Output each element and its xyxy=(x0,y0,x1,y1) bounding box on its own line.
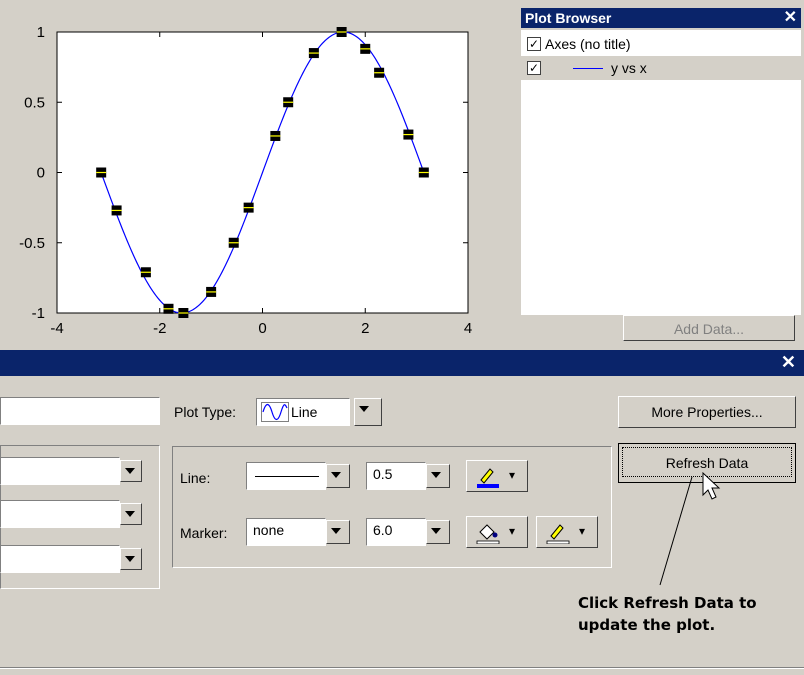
mouse-cursor-icon xyxy=(702,472,721,500)
marker-size-field[interactable]: 6.0 xyxy=(366,518,426,546)
y-data-field[interactable] xyxy=(0,500,120,528)
plot-type-select[interactable]: Line xyxy=(256,398,350,426)
plot-browser-item-line[interactable]: ✓ y vs x xyxy=(521,56,801,80)
dropdown-arrow-icon: ▾ xyxy=(509,468,516,482)
line-plot-icon xyxy=(261,402,289,422)
checkbox-icon[interactable]: ✓ xyxy=(527,61,541,75)
paint-bucket-icon xyxy=(476,524,500,544)
add-data-button[interactable]: Add Data... xyxy=(623,315,795,341)
plot-canvas[interactable]: -4 -2 0 2 4 1 0.5 0 -0.5 -1 xyxy=(0,0,518,345)
x-tick-label: 0 xyxy=(258,320,266,337)
marker-style-field[interactable]: none xyxy=(246,518,326,546)
y-tick-label: 1 xyxy=(37,24,45,41)
plot-browser-item-axes[interactable]: ✓ Axes (no title) xyxy=(521,32,801,56)
plot-browser-item-label: y vs x xyxy=(611,60,647,76)
marker-label: Marker: xyxy=(180,525,228,541)
z-data-field[interactable] xyxy=(0,545,120,573)
pen-icon xyxy=(546,524,570,544)
figure-window: -4 -2 0 2 4 1 0.5 0 -0.5 -1 xyxy=(0,0,518,345)
line-swatch-icon xyxy=(573,68,603,69)
close-icon[interactable]: ✕ xyxy=(784,8,797,28)
plot-type-value: Line xyxy=(291,404,318,420)
plot-browser-list: ✓ Axes (no title) ✓ y vs x xyxy=(521,30,801,315)
marker-face-color-button[interactable]: ▾ xyxy=(466,516,528,548)
dropdown-arrow-icon: ▾ xyxy=(509,524,516,538)
property-editor-titlebar: ✕ xyxy=(0,350,804,376)
bottom-divider-highlight xyxy=(0,668,804,669)
close-icon[interactable]: ✕ xyxy=(781,352,796,373)
line-style-swatch xyxy=(255,476,319,477)
callout-line-1: Click Refresh Data to xyxy=(578,594,757,612)
line-style-field[interactable] xyxy=(246,462,326,490)
more-properties-button[interactable]: More Properties... xyxy=(618,396,796,428)
plot-browser-title: Plot Browser xyxy=(525,10,612,26)
y-tick-label: -1 xyxy=(32,305,45,322)
y-tick-label: -0.5 xyxy=(19,235,45,252)
callout-leader-line xyxy=(659,476,693,586)
line-width-dropdown[interactable] xyxy=(426,464,450,488)
marker-edge-color-button[interactable]: ▾ xyxy=(536,516,598,548)
plot-browser-item-label: Axes (no title) xyxy=(545,36,631,52)
y-tick-label: 0.5 xyxy=(24,94,45,111)
x-tick-label: 2 xyxy=(361,320,369,337)
x-tick-label: -4 xyxy=(50,320,63,337)
name-field[interactable] xyxy=(0,397,160,425)
plot-browser-panel: Plot Browser ✕ ✓ Axes (no title) ✓ y vs … xyxy=(518,5,804,345)
dropdown-arrow-icon: ▾ xyxy=(579,524,586,538)
x-data-field[interactable] xyxy=(0,457,120,485)
x-tick-label: -2 xyxy=(153,320,166,337)
checkbox-icon[interactable]: ✓ xyxy=(527,37,541,51)
x-tick-label: 4 xyxy=(464,320,472,337)
y-data-dropdown[interactable] xyxy=(120,503,142,525)
y-tick-label: 0 xyxy=(37,165,45,182)
callout-line-2: update the plot. xyxy=(578,616,716,634)
callout-text: Click Refresh Data to update the plot. xyxy=(578,592,757,636)
marker-style-dropdown[interactable] xyxy=(326,520,350,544)
plot-type-dropdown[interactable] xyxy=(354,398,382,426)
pen-icon xyxy=(477,468,499,488)
z-data-dropdown[interactable] xyxy=(120,548,142,570)
line-color-button[interactable]: ▾ xyxy=(466,460,528,492)
plot-browser-titlebar: Plot Browser ✕ xyxy=(521,8,801,28)
line-label: Line: xyxy=(180,470,211,486)
line-width-field[interactable]: 0.5 xyxy=(366,462,426,490)
x-data-dropdown[interactable] xyxy=(120,460,142,482)
line-style-dropdown[interactable] xyxy=(326,464,350,488)
marker-size-dropdown[interactable] xyxy=(426,520,450,544)
plot-type-label: Plot Type: xyxy=(174,404,237,420)
